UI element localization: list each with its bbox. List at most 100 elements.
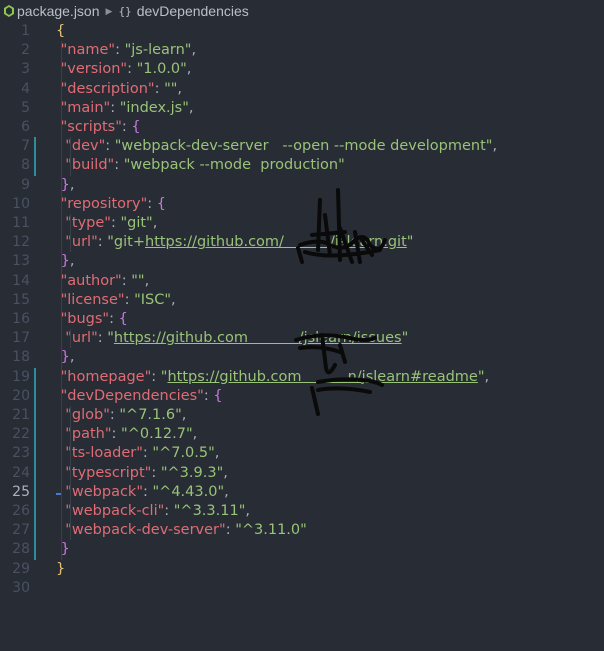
code-text: } <box>56 540 70 559</box>
code-token: "^3.11.0" <box>235 522 307 539</box>
indent-guide <box>70 406 71 541</box>
code-token: { <box>118 311 128 327</box>
code-line[interactable]: 11 "type": "git", <box>0 214 604 233</box>
code-line[interactable]: 27 "webpack-dev-server": "^3.11.0" <box>0 521 604 540</box>
code-line[interactable]: 16 "bugs": { <box>0 310 604 329</box>
code-token: "^4.43.0" <box>152 483 225 500</box>
code-token: , <box>181 407 187 423</box>
code-text: "homepage": " https://github.com n/jslear… <box>56 368 490 387</box>
code-text: "version": "1.0.0", <box>56 60 192 79</box>
code-line[interactable]: 20 "devDependencies": { <box>0 387 604 406</box>
code-token: : <box>97 330 108 347</box>
code-token: "glob" <box>65 407 110 423</box>
line-number: 22 <box>12 426 30 443</box>
line-number: 14 <box>12 272 30 289</box>
code-line[interactable]: 29} <box>0 560 604 579</box>
code-token: "^0.12.7" <box>121 426 193 443</box>
code-token: , <box>224 483 229 500</box>
code-line[interactable]: 7 "dev": "webpack-dev-server --open --mo… <box>0 137 604 156</box>
code-token: "" <box>164 80 178 97</box>
line-number: 3 <box>21 61 30 78</box>
code-token: n/jslearn#readme <box>347 368 478 385</box>
code-line[interactable]: 6 "scripts": { <box>0 118 604 137</box>
indent-guide <box>61 41 62 560</box>
code-line[interactable]: 23 "ts-loader": "^7.0.5", <box>0 444 604 463</box>
code-token: "index.js" <box>119 99 189 116</box>
code-text: "ts-loader": "^7.0.5", <box>56 444 219 463</box>
code-token: " <box>401 330 409 347</box>
code-token: , <box>144 272 150 289</box>
line-number: 23 <box>12 445 30 462</box>
code-line[interactable]: 15 "license": "ISC", <box>0 291 604 310</box>
code-line[interactable]: 25 "webpack": "^4.43.0", <box>0 483 604 502</box>
code-token: : <box>147 195 157 212</box>
code-line[interactable]: 3 "version": "1.0.0", <box>0 60 604 79</box>
code-line[interactable]: 5 "main": "index.js", <box>0 99 604 118</box>
breadcrumb-file[interactable]: package.json <box>17 3 100 19</box>
code-line[interactable]: 17 "url": "https://github.com /jslearn/i… <box>0 329 604 348</box>
line-number: 2 <box>21 42 30 59</box>
code-text: }, <box>56 252 75 271</box>
code-token: "main" <box>60 99 111 116</box>
code-token: : <box>105 138 115 155</box>
code-line[interactable]: 10 "repository": { <box>0 195 604 214</box>
code-line[interactable]: 13 }, <box>0 252 604 271</box>
code-line[interactable]: 12 "url": "git+https://github.com/ /jsle… <box>0 233 604 252</box>
line-number: 8 <box>21 157 30 174</box>
code-text: { <box>56 22 65 41</box>
code-text: "webpack-dev-server": "^3.11.0" <box>56 521 307 540</box>
code-line[interactable]: 21 "glob": "^7.1.6", <box>0 406 604 425</box>
code-token: "webpack-dev-server" <box>65 522 226 539</box>
code-text: "description": "", <box>56 80 182 99</box>
code-line[interactable]: 8 "build": "webpack --mode production" <box>0 156 604 175</box>
code-line[interactable]: 19 "homepage": " https://github.com n/jsl… <box>0 368 604 387</box>
code-token: , <box>152 215 158 231</box>
gutter-change-marker <box>34 367 36 560</box>
line-number: 11 <box>12 215 30 231</box>
line-number: 20 <box>12 387 30 404</box>
code-token: , <box>69 349 75 366</box>
code-token: "name" <box>60 42 116 59</box>
line-number: 29 <box>12 560 30 577</box>
code-token: : <box>203 387 214 404</box>
code-text: "bugs": { <box>56 310 128 329</box>
code-token: : <box>151 464 161 481</box>
code-token: /jslearn.git <box>330 234 407 251</box>
code-line[interactable]: 28 } <box>0 540 604 559</box>
code-text: "dev": "webpack-dev-server --open --mode… <box>56 137 497 156</box>
code-token: , <box>245 503 250 519</box>
code-line[interactable]: 18 }, <box>0 348 604 367</box>
code-line[interactable]: 2 "name": "js-learn", <box>0 41 604 60</box>
code-token: : <box>225 522 236 539</box>
code-line[interactable]: 22 "path": "^0.12.7", <box>0 425 604 444</box>
breadcrumb: package.json ▶ {} devDependencies <box>0 0 604 22</box>
code-line[interactable]: 14 "author": "", <box>0 272 604 291</box>
code-token: "type" <box>65 215 111 231</box>
line-number: 25 <box>12 483 30 500</box>
code-line[interactable]: 30 <box>0 579 604 598</box>
code-text: "typescript": "^3.9.3", <box>56 464 228 483</box>
code-token: , <box>214 445 220 462</box>
code-line[interactable]: 9 }, <box>0 176 604 195</box>
code-token: : <box>110 99 120 116</box>
indent-guide <box>70 137 71 176</box>
code-text: } <box>56 560 65 579</box>
code-line[interactable]: 24 "typescript": "^3.9.3", <box>0 464 604 483</box>
line-number: 5 <box>21 99 30 116</box>
code-token: { <box>213 387 223 404</box>
code-token: "ts-loader" <box>65 445 143 462</box>
code-token: , <box>191 42 197 59</box>
braces-icon: {} <box>118 4 132 18</box>
code-line[interactable]: 1{ <box>0 22 604 41</box>
line-number: 4 <box>21 80 30 97</box>
line-number: 27 <box>12 522 30 539</box>
code-token: "build" <box>65 157 115 174</box>
code-line[interactable]: 26 "webpack-cli": "^3.3.11", <box>0 502 604 521</box>
breadcrumb-section[interactable]: devDependencies <box>137 3 249 19</box>
code-token: , <box>484 368 490 385</box>
code-token: { <box>131 119 141 135</box>
code-editor[interactable]: 1{2 "name": "js-learn", 3 "version": "1.0… <box>0 22 604 651</box>
code-token: "js-learn" <box>124 42 192 59</box>
code-line[interactable]: 4 "description": "", <box>0 80 604 99</box>
